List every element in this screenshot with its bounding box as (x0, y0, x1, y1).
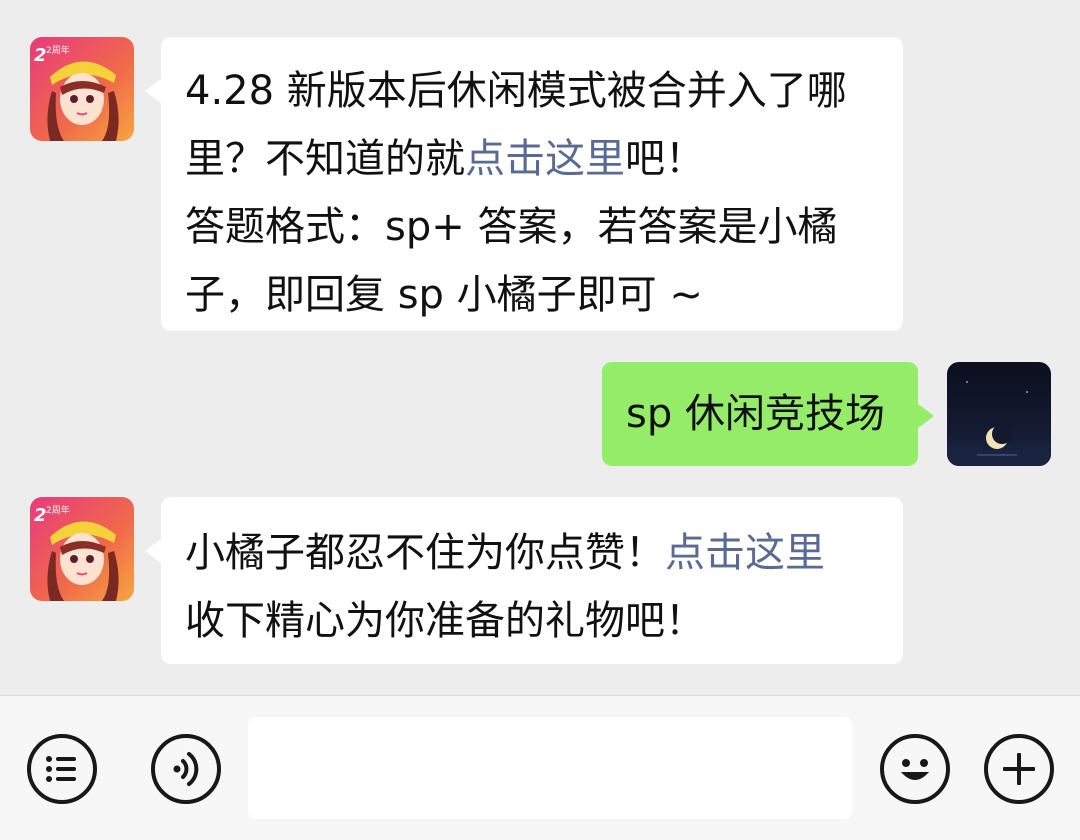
voice-icon (173, 752, 199, 786)
message-line: 里？不知道的就点击这里吧！ (185, 136, 705, 182)
user-avatar[interactable] (947, 362, 1051, 466)
bot-avatar-image: 2 2周年 (30, 497, 134, 601)
click-here-link[interactable]: 点击这里 (665, 530, 825, 576)
message-line: 答题格式：sp+ 答案，若答案是小橘 (185, 204, 838, 250)
message-line: 小橘子都忍不住为你点赞！点击这里 (185, 530, 825, 576)
bot-avatar-image: 2 2周年 (30, 37, 134, 141)
smiley-icon (901, 759, 929, 780)
click-here-link[interactable]: 点击这里 (465, 136, 625, 182)
plus-icon (1003, 753, 1035, 785)
input-bar (0, 695, 1080, 840)
message-text: sp 休闲竞技场 (626, 391, 885, 437)
user-avatar-image (947, 362, 1051, 466)
voice-button[interactable] (151, 734, 221, 804)
bot-avatar[interactable]: 2 2周年 (30, 497, 134, 601)
message-line: 子，即回复 sp 小橘子即可 ~ (185, 272, 703, 318)
list-menu-icon (46, 756, 76, 782)
plus-button[interactable] (984, 734, 1054, 804)
incoming-message-bubble[interactable]: 小橘子都忍不住为你点赞！点击这里 收下精心为你准备的礼物吧！ (145, 497, 903, 664)
emoji-button[interactable] (880, 734, 950, 804)
bot-avatar[interactable]: 2 2周年 (30, 37, 134, 141)
outgoing-message-bubble[interactable]: sp 休闲竞技场 (602, 362, 934, 466)
incoming-message-bubble[interactable]: 4.28 新版本后休闲模式被合并入了哪 里？不知道的就点击这里吧！ 答题格式：s… (145, 37, 903, 331)
message-line: 收下精心为你准备的礼物吧！ (185, 598, 705, 644)
svg-text:2周年: 2周年 (46, 44, 70, 56)
svg-text:2: 2 (34, 505, 47, 526)
message-input[interactable] (248, 717, 852, 819)
chat-area: 2 2周年 4.28 新版本后休闲模式被合并入了哪 里？不知道的就点击这里吧！ … (0, 0, 1080, 695)
svg-text:2周年: 2周年 (46, 504, 70, 516)
message-line: 4.28 新版本后休闲模式被合并入了哪 (185, 68, 847, 114)
svg-text:2: 2 (34, 45, 47, 66)
menu-button[interactable] (27, 734, 97, 804)
